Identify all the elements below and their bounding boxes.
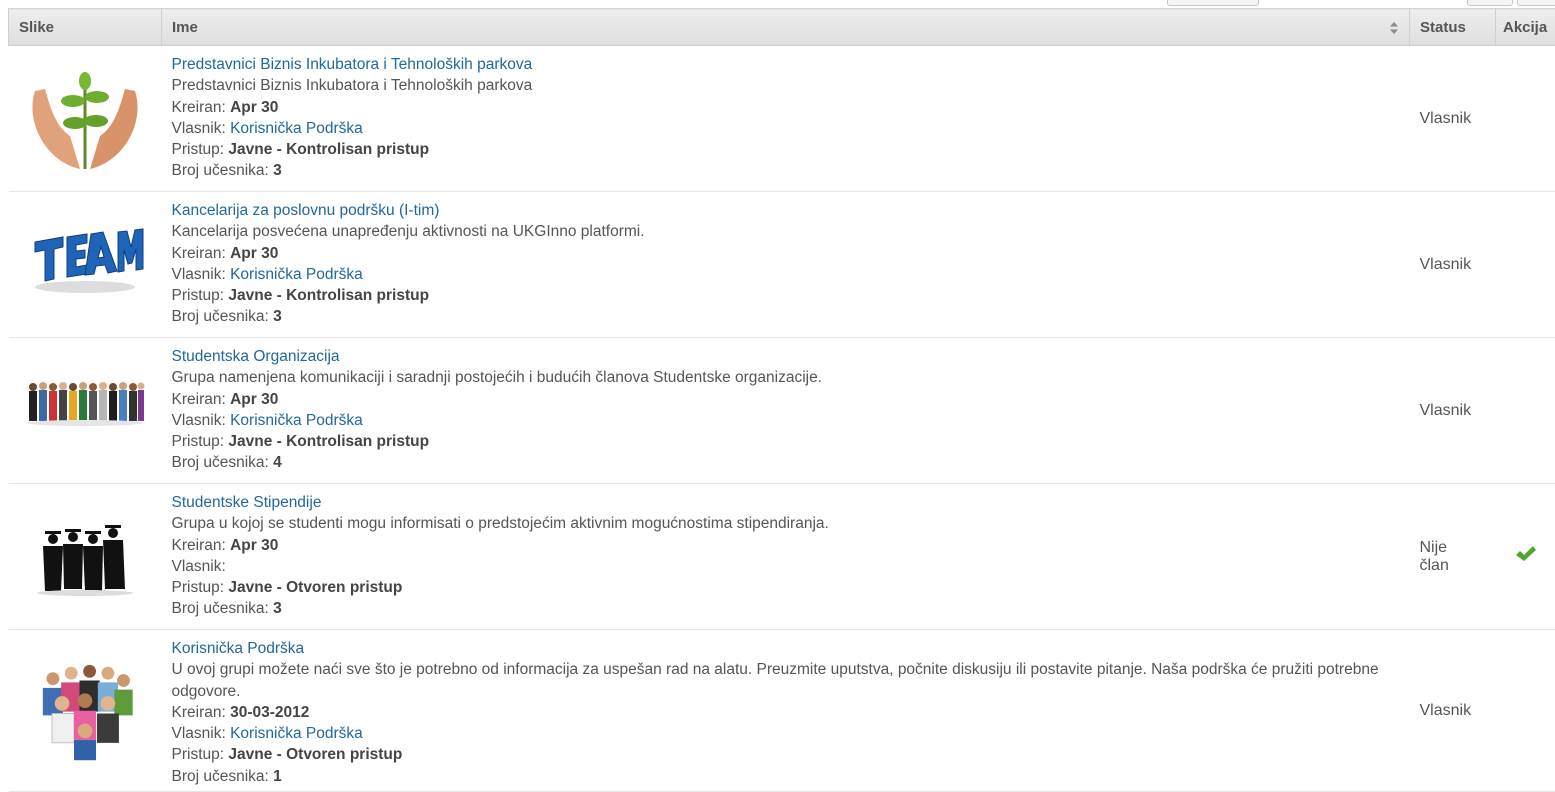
top-control[interactable] xyxy=(1467,0,1513,6)
group-description: Kancelarija posvećena unapređenju aktivn… xyxy=(172,223,645,240)
pristup-value: Javne - Kontrolisan pristup xyxy=(228,141,429,158)
pristup-label: Pristup: xyxy=(172,579,225,596)
pristup-value: Javne - Otvoren pristup xyxy=(228,746,402,763)
kreiran-label: Kreiran: xyxy=(172,704,226,721)
group-image-cell xyxy=(9,338,162,484)
table-row: Studentska Organizacija Grupa namenjena … xyxy=(9,338,1555,484)
vlasnik-label: Vlasnik: xyxy=(172,120,226,137)
status-cell: Vlasnik xyxy=(1410,46,1496,192)
status-cell: Vlasnik xyxy=(1410,192,1496,338)
status-cell: Nije član xyxy=(1410,484,1496,630)
col-header-slike: Slike xyxy=(9,9,162,46)
group-description: Grupa namenjena komunikaciji i saradnji … xyxy=(172,369,823,386)
vlasnik-label: Vlasnik: xyxy=(172,725,226,742)
vlasnik-label: Vlasnik: xyxy=(172,412,226,429)
action-cell xyxy=(1496,192,1555,338)
pristup-label: Pristup: xyxy=(172,141,225,158)
action-cell xyxy=(1496,630,1555,792)
broj-value: 3 xyxy=(273,308,282,325)
col-header-status: Status xyxy=(1410,9,1496,46)
group-info-cell: Studentska Organizacija Grupa namenjena … xyxy=(162,338,1410,484)
vlasnik-label: Vlasnik: xyxy=(172,558,226,575)
broj-value: 1 xyxy=(273,768,282,785)
group-info-cell: Predstavnici Biznis Inkubatora i Tehnolo… xyxy=(162,46,1410,192)
group-info-cell: Kancelarija za poslovnu podršku (I-tim) … xyxy=(162,192,1410,338)
broj-label: Broj učesnika: xyxy=(172,768,269,785)
broj-label: Broj učesnika: xyxy=(172,308,269,325)
people-crowd-image[interactable] xyxy=(25,653,145,763)
table-row: Kancelarija za poslovnu podršku (I-tim) … xyxy=(9,192,1555,338)
vlasnik-link[interactable]: Korisnička Podrška xyxy=(230,725,363,742)
pristup-value: Javne - Kontrolisan pristup xyxy=(228,287,429,304)
table-row: Predstavnici Biznis Inkubatora i Tehnolo… xyxy=(9,46,1555,192)
group-info-cell: Studentske Stipendije Grupa u kojoj se s… xyxy=(162,484,1410,630)
group-image-cell xyxy=(9,484,162,630)
vlasnik-label: Vlasnik: xyxy=(172,266,226,283)
kreiran-label: Kreiran: xyxy=(172,391,226,408)
group-title-link[interactable]: Studentske Stipendije xyxy=(172,494,322,511)
join-check-icon[interactable] xyxy=(1515,545,1537,568)
group-title-link[interactable]: Predstavnici Biznis Inkubatora i Tehnolo… xyxy=(172,56,533,73)
top-control[interactable] xyxy=(1167,0,1259,6)
group-description: Grupa u kojoj se studenti mogu informisa… xyxy=(172,515,829,532)
pristup-value: Javne - Otvoren pristup xyxy=(228,579,402,596)
group-image-cell xyxy=(9,46,162,192)
vlasnik-link[interactable]: Korisnička Podrška xyxy=(230,120,363,137)
broj-label: Broj učesnika: xyxy=(172,600,269,617)
kreiran-value: Apr 30 xyxy=(230,537,278,554)
sort-icon[interactable] xyxy=(1389,21,1399,38)
table-row: Studentske Stipendije Grupa u kojoj se s… xyxy=(9,484,1555,630)
col-header-ime-label: Ime xyxy=(172,19,198,36)
group-description: U ovoj grupi možete naći sve što je potr… xyxy=(172,661,1379,699)
kreiran-value: Apr 30 xyxy=(230,391,278,408)
status-cell: Vlasnik xyxy=(1410,630,1496,792)
groups-table: Slike Ime Status Akcija xyxy=(8,8,1555,792)
group-title-link[interactable]: Korisnička Podrška xyxy=(172,640,305,657)
group-info-cell: Korisnička Podrška U ovoj grupi možete n… xyxy=(162,630,1410,792)
kreiran-value: Apr 30 xyxy=(230,245,278,262)
broj-value: 3 xyxy=(273,600,282,617)
group-description: Predstavnici Biznis Inkubatora i Tehnolo… xyxy=(172,77,533,94)
pristup-value: Javne - Kontrolisan pristup xyxy=(228,433,429,450)
pristup-label: Pristup: xyxy=(172,433,225,450)
top-control[interactable] xyxy=(1517,0,1555,6)
broj-value: 4 xyxy=(273,454,282,471)
vlasnik-link[interactable]: Korisnička Podrška xyxy=(230,412,363,429)
action-cell xyxy=(1496,46,1555,192)
broj-label: Broj učesnika: xyxy=(172,454,269,471)
student-group-image[interactable] xyxy=(25,353,145,463)
col-header-akcija: Akcija xyxy=(1496,9,1555,46)
pristup-label: Pristup: xyxy=(172,287,225,304)
team-3d-text-image[interactable] xyxy=(25,207,145,317)
status-cell: Vlasnik xyxy=(1410,338,1496,484)
table-header-row: Slike Ime Status Akcija xyxy=(9,9,1555,46)
vlasnik-link[interactable]: Korisnička Podrška xyxy=(230,266,363,283)
kreiran-label: Kreiran: xyxy=(172,245,226,262)
group-title-link[interactable]: Kancelarija za poslovnu podršku (I-tim) xyxy=(172,202,440,219)
kreiran-label: Kreiran: xyxy=(172,537,226,554)
table-row: Korisnička Podrška U ovoj grupi možete n… xyxy=(9,630,1555,792)
broj-label: Broj učesnika: xyxy=(172,162,269,179)
group-title-link[interactable]: Studentska Organizacija xyxy=(172,348,340,365)
action-cell xyxy=(1496,338,1555,484)
hands-plant-image[interactable] xyxy=(25,61,145,171)
kreiran-label: Kreiran: xyxy=(172,99,226,116)
kreiran-value: Apr 30 xyxy=(230,99,278,116)
kreiran-value: 30-03-2012 xyxy=(230,704,309,721)
graduates-silhouette-image[interactable] xyxy=(25,499,145,609)
group-image-cell xyxy=(9,630,162,792)
broj-value: 3 xyxy=(273,162,282,179)
action-cell xyxy=(1496,484,1555,630)
group-image-cell xyxy=(9,192,162,338)
pristup-label: Pristup: xyxy=(172,746,225,763)
col-header-ime[interactable]: Ime xyxy=(162,9,1410,46)
top-controls-strip xyxy=(0,0,1555,7)
